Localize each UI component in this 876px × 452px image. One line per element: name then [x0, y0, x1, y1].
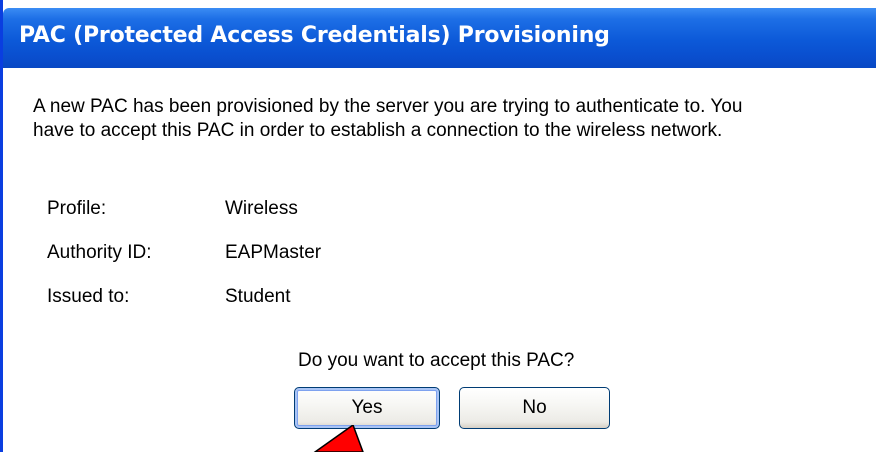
field-label-profile: Profile: — [47, 198, 107, 219]
field-label-issued-to: Issued to: — [47, 286, 130, 307]
no-button[interactable]: No — [459, 387, 610, 429]
field-value-profile: Wireless — [225, 198, 298, 219]
field-value-issued-to: Student — [225, 286, 291, 307]
field-label-authority-id: Authority ID: — [47, 242, 152, 263]
pointer-arrow-icon — [313, 425, 364, 452]
title-bar[interactable]: PAC (Protected Access Credentials) Provi… — [3, 8, 876, 68]
pac-provisioning-dialog: PAC (Protected Access Credentials) Provi… — [0, 0, 876, 452]
message-line-2: have to accept this PAC in order to esta… — [33, 120, 723, 141]
dialog-message: A new PAC has been provisioned by the se… — [33, 95, 853, 143]
field-value-authority-id: EAPMaster — [225, 242, 322, 263]
accept-prompt: Do you want to accept this PAC? — [298, 350, 575, 371]
yes-button[interactable]: Yes — [294, 387, 440, 429]
message-line-1: A new PAC has been provisioned by the se… — [33, 96, 743, 117]
dialog-title: PAC (Protected Access Credentials) Provi… — [19, 23, 610, 48]
